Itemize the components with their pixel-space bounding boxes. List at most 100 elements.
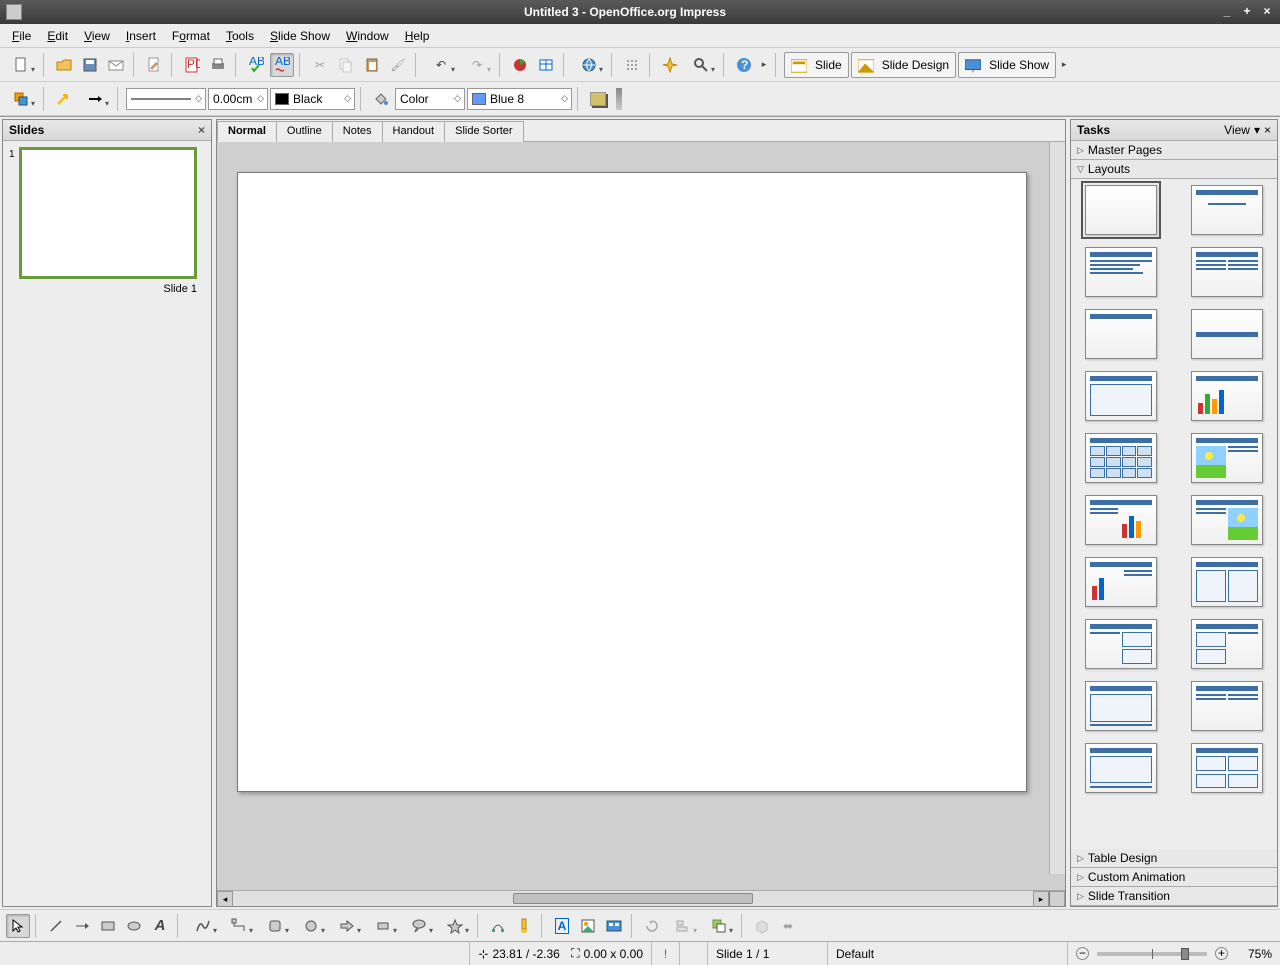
slide-design-button[interactable]: Slide Design (851, 52, 956, 78)
copy-button[interactable] (334, 53, 358, 77)
tasks-panel-close[interactable]: × (1264, 123, 1271, 137)
layout-title-4quad[interactable] (1191, 743, 1263, 793)
minimize-button[interactable]: _ (1220, 5, 1234, 19)
zoom-slider[interactable] (1097, 952, 1207, 956)
slides-panel-close[interactable]: × (198, 123, 205, 137)
menu-edit[interactable]: Edit (39, 26, 76, 46)
fontwork-tool[interactable]: A (550, 914, 574, 938)
toolbar-overflow-2[interactable]: ▸ (1058, 53, 1070, 77)
redo-button[interactable]: ↷ (460, 53, 494, 77)
extrusion-tool[interactable] (750, 914, 774, 938)
layout-blank[interactable] (1085, 185, 1157, 235)
layout-title[interactable] (1191, 185, 1263, 235)
text-tool[interactable]: A (148, 914, 172, 938)
cut-button[interactable]: ✂ (308, 53, 332, 77)
accordion-layouts[interactable]: ▽Layouts (1071, 160, 1277, 179)
layout-title-text-chart[interactable] (1085, 495, 1157, 545)
tab-slide-sorter[interactable]: Slide Sorter (444, 121, 523, 142)
tab-handout[interactable]: Handout (382, 121, 446, 142)
layout-title-obj-2text[interactable] (1191, 619, 1263, 669)
connector-tool[interactable] (222, 914, 256, 938)
tasks-view-menu[interactable]: View (1224, 123, 1250, 137)
toolbar-overflow[interactable]: ▸ (758, 53, 770, 77)
layout-title-2obj-text[interactable] (1085, 681, 1157, 731)
menu-format[interactable]: Format (164, 26, 218, 46)
layout-title-text-clipart[interactable] (1191, 495, 1263, 545)
navigator-button[interactable] (658, 53, 682, 77)
curve-tool[interactable] (186, 914, 220, 938)
arrange-button[interactable] (4, 87, 38, 111)
line-style-arrow-button[interactable] (52, 87, 76, 111)
format-paintbrush-button[interactable]: 🖌 (386, 53, 410, 77)
stars-tool[interactable] (438, 914, 472, 938)
slide-thumbnail-1[interactable] (19, 147, 197, 279)
hyperlink-button[interactable] (572, 53, 606, 77)
paste-button[interactable] (360, 53, 384, 77)
layout-title-chart-text[interactable] (1085, 557, 1157, 607)
grid-button[interactable] (620, 53, 644, 77)
gluepoints-tool[interactable] (512, 914, 536, 938)
layout-title-only[interactable] (1085, 309, 1157, 359)
zoom-in-button[interactable]: + (1215, 947, 1228, 960)
zoom-button[interactable] (684, 53, 718, 77)
tab-outline[interactable]: Outline (276, 121, 333, 142)
autospellcheck-button[interactable]: ABC (270, 53, 294, 77)
menu-insert[interactable]: Insert (118, 26, 164, 46)
menu-help[interactable]: Help (397, 26, 438, 46)
ellipse-tool[interactable] (122, 914, 146, 938)
symbol-shapes-tool[interactable] (294, 914, 328, 938)
accordion-custom-animation[interactable]: ▷Custom Animation (1071, 868, 1277, 887)
accordion-master-pages[interactable]: ▷Master Pages (1071, 141, 1277, 160)
pdf-export-button[interactable]: PDF (180, 53, 204, 77)
menu-tools[interactable]: Tools (218, 26, 262, 46)
fill-mode-combo[interactable]: Color (395, 88, 465, 110)
line-style-combo[interactable] (126, 88, 206, 110)
spellcheck-button[interactable]: ABC (244, 53, 268, 77)
from-file-tool[interactable] (576, 914, 600, 938)
menu-file[interactable]: File (4, 26, 39, 46)
layout-title-2text[interactable] (1191, 557, 1263, 607)
menu-window[interactable]: Window (338, 26, 397, 46)
block-arrows-tool[interactable] (330, 914, 364, 938)
interaction-tool[interactable]: ⬌ (776, 914, 800, 938)
arrow-style-button[interactable] (78, 87, 112, 111)
horizontal-scrollbar[interactable]: ◂ ▸ (217, 890, 1065, 906)
chart-button[interactable] (508, 53, 532, 77)
line-color-combo[interactable]: Black (270, 88, 355, 110)
callouts-tool[interactable] (402, 914, 436, 938)
layout-title-text-2obj[interactable] (1085, 619, 1157, 669)
layout-title-table[interactable] (1085, 433, 1157, 483)
slide-button[interactable]: Slide (784, 52, 849, 78)
zoom-percent[interactable]: 75% (1232, 947, 1272, 961)
zoom-out-button[interactable]: − (1076, 947, 1089, 960)
layout-title-obj-over-text[interactable] (1085, 743, 1157, 793)
arrange-tool[interactable] (702, 914, 736, 938)
toolbar-grip[interactable] (616, 88, 622, 110)
save-button[interactable] (78, 53, 102, 77)
tab-normal[interactable]: Normal (217, 121, 277, 142)
new-button[interactable] (4, 53, 38, 77)
rectangle-tool[interactable] (96, 914, 120, 938)
accordion-slide-transition[interactable]: ▷Slide Transition (1071, 887, 1277, 906)
slide-show-button[interactable]: Slide Show (958, 52, 1056, 78)
flowchart-tool[interactable] (366, 914, 400, 938)
help-button[interactable]: ? (732, 53, 756, 77)
tasks-view-dropdown-icon[interactable]: ▾ (1254, 123, 1260, 137)
align-tool[interactable] (666, 914, 700, 938)
line-width-combo[interactable]: 0.00cm (208, 88, 268, 110)
vertical-scrollbar[interactable] (1049, 142, 1065, 874)
undo-button[interactable]: ↶ (424, 53, 458, 77)
gallery-tool[interactable] (602, 914, 626, 938)
menu-slideshow[interactable]: Slide Show (262, 26, 338, 46)
line-tool[interactable] (44, 914, 68, 938)
table-button[interactable] (534, 53, 558, 77)
print-button[interactable] (206, 53, 230, 77)
area-fill-button[interactable] (369, 87, 393, 111)
maximize-button[interactable]: + (1240, 5, 1254, 19)
open-button[interactable] (52, 53, 76, 77)
slide-canvas[interactable] (237, 172, 1027, 792)
rotate-tool[interactable] (640, 914, 664, 938)
layout-title-4obj[interactable] (1191, 681, 1263, 731)
layout-title-chart[interactable] (1191, 371, 1263, 421)
tab-notes[interactable]: Notes (332, 121, 383, 142)
